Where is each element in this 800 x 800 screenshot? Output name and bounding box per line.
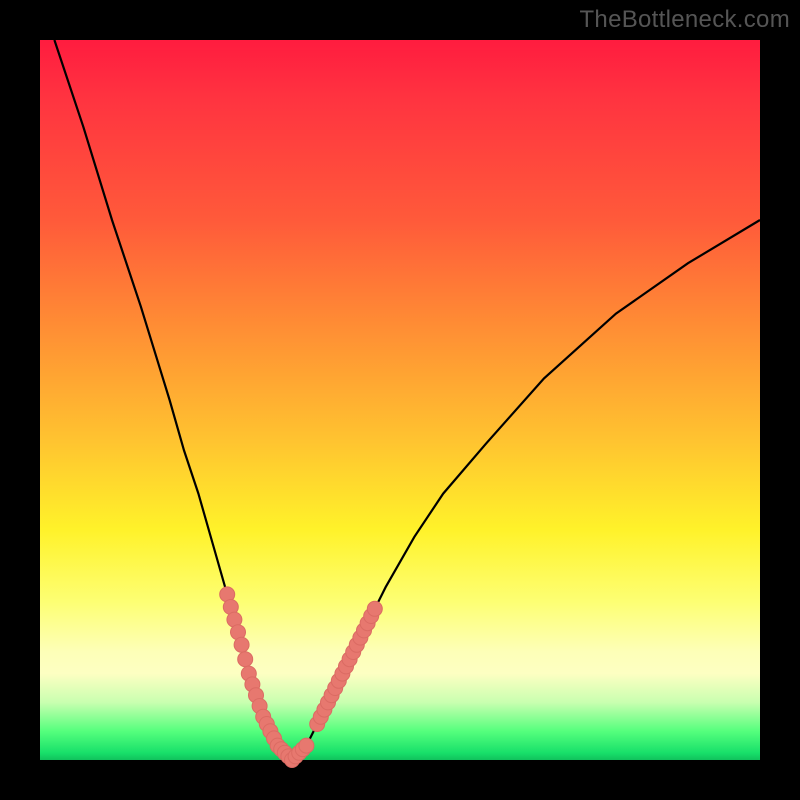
watermark-label: TheBottleneck.com — [579, 6, 790, 34]
curve-markers — [220, 587, 383, 768]
curve-marker — [234, 637, 249, 652]
curve-marker — [299, 738, 314, 753]
plot-area — [40, 40, 760, 760]
curve-marker — [238, 652, 253, 667]
chart-frame: TheBottleneck.com — [0, 0, 800, 800]
curve-marker — [367, 601, 382, 616]
bottleneck-curve — [54, 40, 760, 760]
curve-layer — [40, 40, 760, 760]
